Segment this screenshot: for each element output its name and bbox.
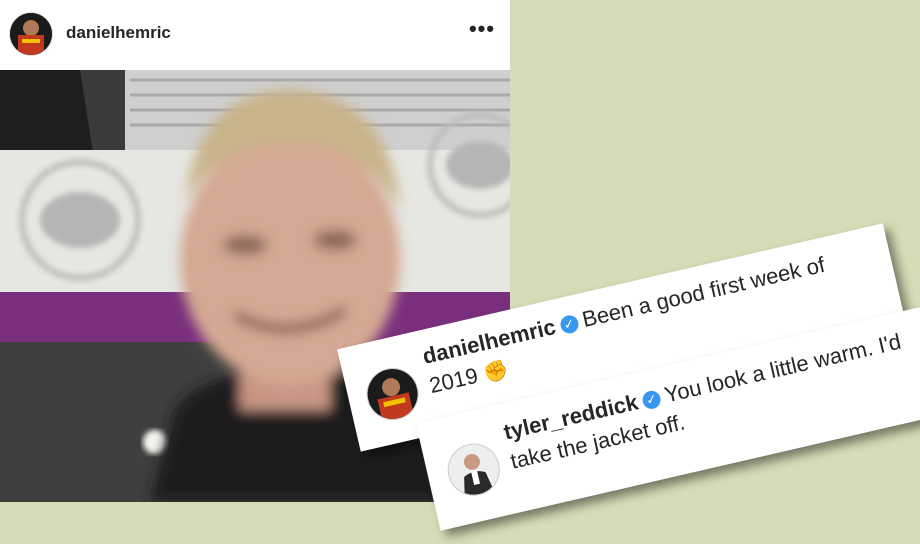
verified-badge-icon: ✓: [640, 389, 663, 411]
fist-icon: ✊: [481, 358, 511, 386]
comment-avatar[interactable]: [361, 362, 424, 426]
more-options-icon[interactable]: •••: [468, 18, 496, 44]
comment-avatar-image: [362, 363, 423, 424]
profile-avatar[interactable]: [9, 12, 53, 56]
post-header: danielhemric •••: [0, 0, 510, 71]
verified-badge-icon: ✓: [558, 313, 581, 336]
post-username[interactable]: danielhemric: [66, 23, 171, 43]
comment-avatar-image: [443, 439, 504, 500]
comment-username[interactable]: danielhemric: [420, 314, 558, 369]
comment-avatar[interactable]: [442, 438, 505, 501]
avatar-image: [10, 13, 52, 55]
